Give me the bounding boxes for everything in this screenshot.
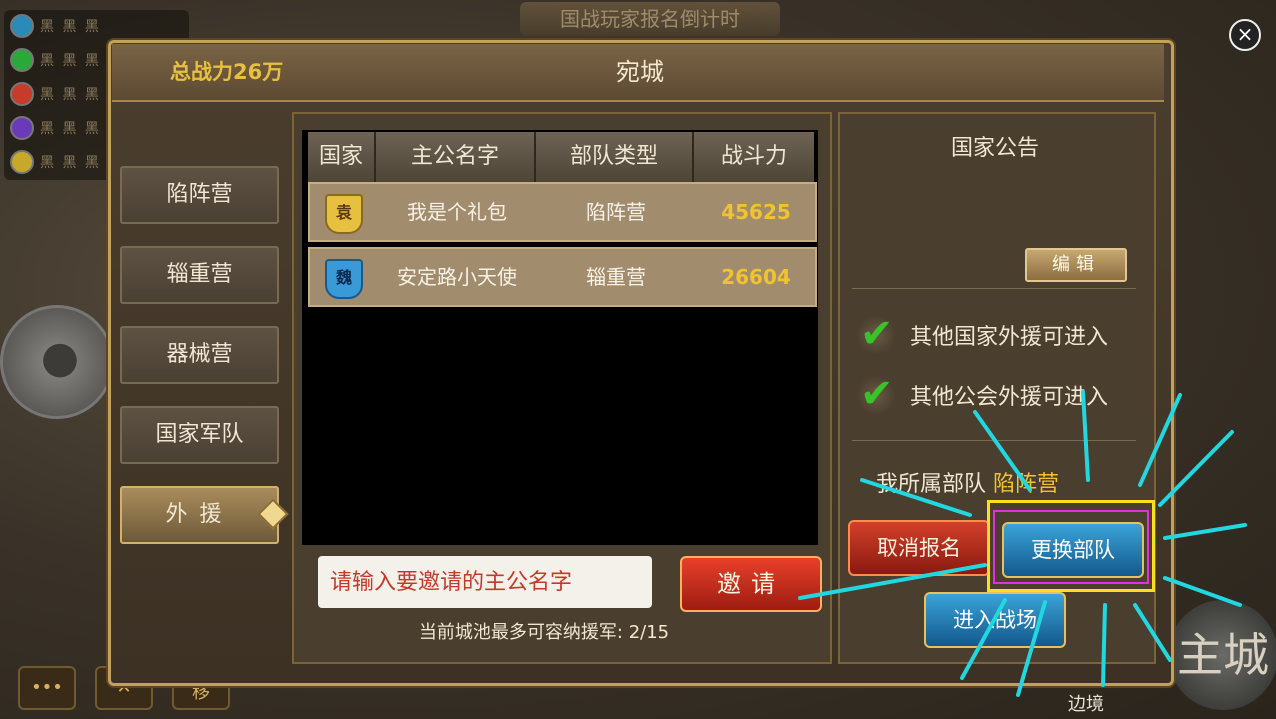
arrow-line	[1158, 430, 1234, 507]
arrow-line	[860, 478, 972, 517]
arrow-line	[1163, 523, 1247, 540]
arrow-line	[1016, 600, 1047, 697]
arrow-line	[1163, 576, 1242, 607]
arrow-line	[798, 563, 987, 600]
arrow-line	[973, 410, 1032, 492]
arrow-line	[1101, 603, 1107, 687]
arrow-line	[1081, 390, 1090, 482]
annotation-arrows	[798, 390, 1247, 697]
arrow-line	[1133, 603, 1172, 662]
arrow-line	[1138, 393, 1182, 487]
arrow-line	[960, 598, 1007, 680]
